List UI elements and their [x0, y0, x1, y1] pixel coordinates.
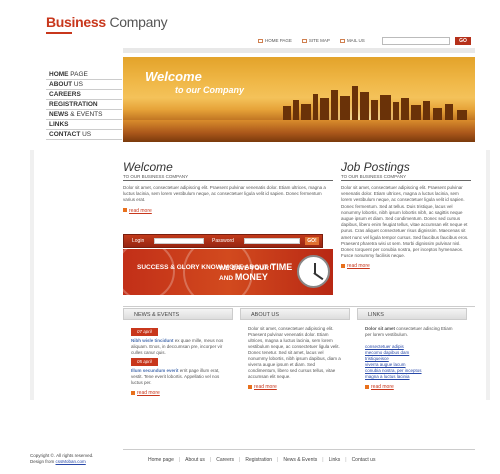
footer-link-home[interactable]: Home page [148, 457, 174, 463]
nav-item-news[interactable]: NEWS & EVENTS [46, 110, 122, 120]
city-skyline [273, 82, 475, 120]
hero-banner: Welcome to our Company [123, 57, 475, 142]
job-postings-section: Job Postings TO OUR BUSINESS COMPANY Dol… [341, 160, 471, 269]
login-bar: Login Password GO! [123, 234, 323, 248]
welcome-heading: Welcome [123, 160, 173, 174]
welcome-read-more-link[interactable]: read more [123, 208, 333, 214]
news-date: 07 april [131, 328, 158, 336]
promo-banner[interactable]: SUCCESS & GLORY KNOW MORE ABOUT IT WE SA… [123, 249, 333, 295]
right-decor-rail [486, 150, 490, 400]
search-input[interactable] [382, 37, 450, 45]
news-box: NEWS & EVENTS 07 april Nibh wisle tincid… [123, 308, 233, 402]
sitemap-icon [301, 38, 307, 43]
left-decor-rail [30, 150, 34, 400]
home-page-link[interactable]: HOME PAGE [258, 38, 292, 43]
jobs-subheading: TO OUR BUSINESS COMPANY [341, 174, 471, 181]
password-label: Password [212, 238, 234, 244]
about-text: Dolor sit amet, consectetuer adipiscing … [248, 326, 341, 379]
water-reflection [123, 120, 475, 142]
footer-link-registration[interactable]: Registration [245, 457, 272, 463]
footer-link-contact[interactable]: Contact us [352, 457, 376, 463]
login-go-button[interactable]: GO! [305, 237, 319, 245]
footer-links: Home page | About us | Careers | Registrati… [148, 457, 376, 463]
news-item[interactable]: Nibh wisle tincidunt ex quae mille, meus… [131, 338, 225, 356]
footer-divider [123, 449, 475, 450]
logo-bold: Business [46, 14, 106, 30]
about-read-more-link[interactable]: read more [248, 384, 342, 390]
links-read-more-link[interactable]: read more [365, 384, 459, 390]
copyright: Copyright ©. All rights reserved. Design… [30, 453, 94, 464]
banner-title: Welcome [145, 69, 202, 84]
mail-icon [339, 38, 345, 43]
search-go-button[interactable]: GO [455, 37, 471, 45]
home-icon [258, 38, 263, 43]
mail-us-link[interactable]: MAIL US [339, 38, 365, 43]
welcome-subheading: TO OUR BUSINESS COMPANY [123, 174, 333, 181]
nav-item-careers[interactable]: CAREERS [46, 90, 122, 100]
logo-rest: Company [105, 14, 168, 30]
top-links: HOME PAGE SITE MAP MAIL US [258, 38, 365, 43]
section-divider [123, 306, 475, 307]
decor-circle [123, 249, 175, 295]
jobs-text: Dolor sit amet, consectetuer adipiscing … [341, 185, 469, 259]
footer-link-news[interactable]: News & Events [283, 457, 317, 463]
logo-underline [46, 32, 72, 34]
news-header: NEWS & EVENTS [123, 308, 233, 320]
login-label: Login [132, 238, 145, 244]
password-field[interactable] [244, 238, 300, 244]
clock-icon [297, 255, 330, 288]
jobs-read-more-link[interactable]: read more [341, 263, 471, 269]
news-item[interactable]: Illum secundum everit errit page illum e… [131, 368, 225, 386]
banner-subtitle: to our Company [175, 85, 244, 95]
welcome-section: Welcome TO OUR BUSINESS COMPANY Dolor si… [123, 160, 333, 214]
news-read-more-link[interactable]: read more [131, 390, 225, 396]
link-item[interactable]: magna a luctus lacinia [365, 374, 459, 380]
links-intro: Dolor sit amet consectetuer adiscing Eti… [365, 326, 453, 337]
designer-link[interactable]: cssMoban.com [56, 459, 86, 464]
nav-item-registration[interactable]: REGISTRATION [46, 100, 122, 110]
footer-link-links[interactable]: Links [329, 457, 341, 463]
jobs-heading: Job Postings [341, 160, 410, 174]
nav-item-about[interactable]: ABOUT US [46, 80, 122, 90]
footer-link-about[interactable]: About us [185, 457, 205, 463]
footer-link-careers[interactable]: Careers [216, 457, 234, 463]
links-header: LINKS [357, 308, 467, 320]
nav-item-links[interactable]: LINKS [46, 120, 122, 130]
about-header: ABOUT US [240, 308, 350, 320]
promo-right-text: WE SAVE YOUR TIME AND MONEY [219, 262, 293, 283]
links-box: LINKS Dolor sit amet consectetuer adisci… [357, 308, 467, 396]
login-field[interactable] [154, 238, 204, 244]
main-nav: HOME PAGE ABOUT US CAREERS REGISTRATION … [46, 70, 122, 140]
news-date: 05 april [131, 358, 158, 366]
nav-item-contact[interactable]: CONTACT US [46, 130, 122, 140]
site-logo[interactable]: Business Company [46, 14, 168, 30]
nav-item-home[interactable]: HOME PAGE [46, 70, 122, 80]
welcome-text: Dolor sit amet, consectetuer adipiscing … [123, 185, 326, 203]
header-strip [123, 48, 475, 53]
site-map-link[interactable]: SITE MAP [301, 38, 330, 43]
about-box: ABOUT US Dolor sit amet, consectetuer ad… [240, 308, 350, 396]
